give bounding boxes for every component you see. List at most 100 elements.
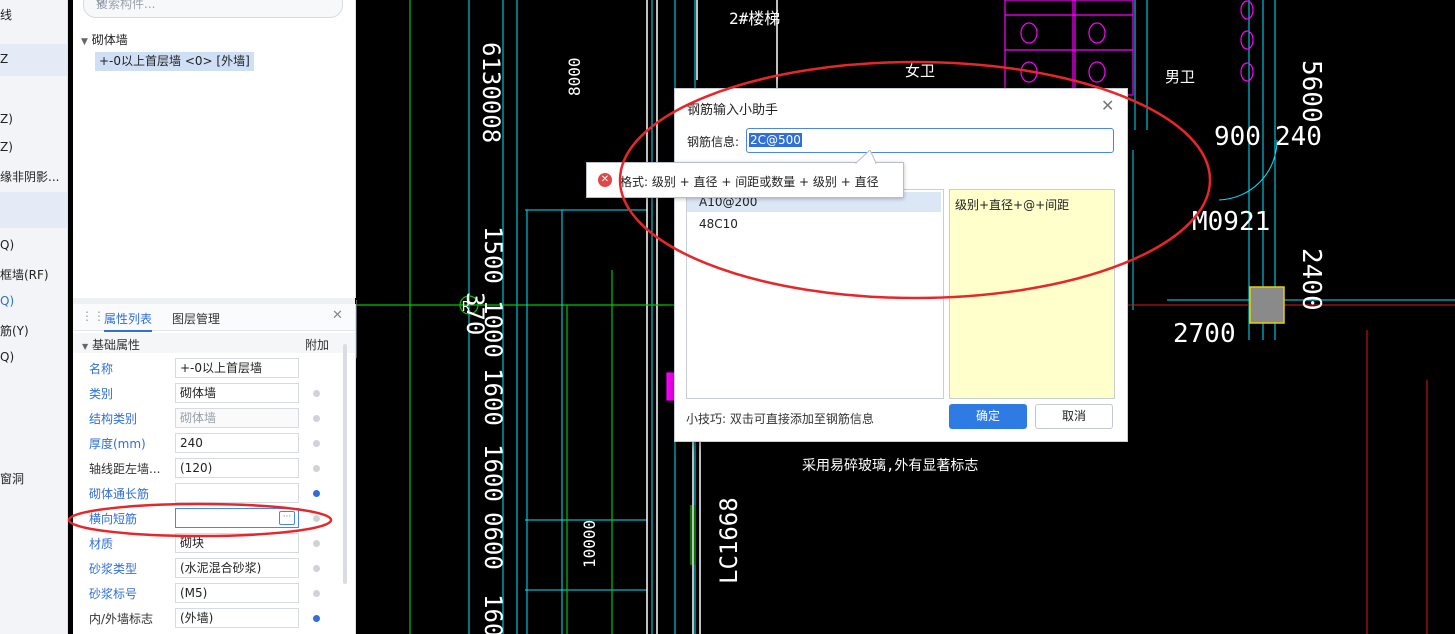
close-icon[interactable]: ✕ <box>1101 96 1114 115</box>
extra-checkbox[interactable] <box>313 440 320 447</box>
nav-item[interactable]: Z) <box>0 140 13 154</box>
rebar-input-dialog: 钢筋输入小助手 ✕ 钢筋信息: 2C@500 A10@200 48C10 级别+… <box>674 88 1128 442</box>
cad-label: 2#楼梯 <box>729 9 780 28</box>
property-value[interactable]: 240 <box>175 433 299 453</box>
extra-checkbox[interactable] <box>313 415 320 422</box>
section-header[interactable]: ▼ 基础属性 附加 <box>73 333 355 353</box>
nav-item[interactable]: Z <box>0 52 8 66</box>
nav-item[interactable]: 框墙(RF) <box>0 266 49 283</box>
component-search-input[interactable]: 搜索构件... ⚲ <box>83 0 343 18</box>
close-icon[interactable]: ✕ <box>332 308 343 323</box>
column-extra-header: 附加 <box>305 338 330 352</box>
property-row: 材质 砌块 <box>73 531 355 556</box>
caret-down-icon: ▼ <box>81 37 88 47</box>
property-label: 砂浆标号 <box>89 587 138 601</box>
cad-label: R <box>462 300 470 315</box>
property-row: 厚度(mm) 240 <box>73 431 355 456</box>
extra-checkbox[interactable] <box>313 540 320 547</box>
property-panel: ⋮⋮ 属性列表 图层管理 ✕ ▼ 基础属性 附加 名称 +-0以上首层墙 类别 … <box>73 304 356 634</box>
property-row: 结构类别 砌体墙 <box>73 406 355 431</box>
nav-item[interactable]: 线 <box>0 6 12 23</box>
extra-checkbox[interactable] <box>313 390 320 397</box>
cad-label: 1500 <box>479 226 507 284</box>
property-value-editing[interactable]: ··· <box>175 508 299 528</box>
property-value: 砌体墙 <box>175 408 299 428</box>
confirm-button[interactable]: 确定 <box>949 404 1027 429</box>
cad-label: 1000 <box>479 300 507 358</box>
property-value[interactable]: (120) <box>175 458 299 478</box>
search-icon[interactable]: ⚲ <box>96 0 332 9</box>
property-label: 内/外墙标志 <box>89 612 154 626</box>
property-label: 横向短筋 <box>89 512 138 526</box>
extra-checkbox[interactable] <box>313 590 320 597</box>
cad-label: 160 <box>479 594 507 634</box>
nav-item[interactable]: Q) <box>0 238 14 252</box>
nav-item-active[interactable]: Q) <box>0 294 14 308</box>
nav-item-selected[interactable] <box>0 192 67 228</box>
cad-label: 10000 <box>580 520 599 568</box>
property-tabs: ⋮⋮ 属性列表 图层管理 ✕ <box>73 304 355 332</box>
cad-label: 5600 <box>1296 60 1326 123</box>
drag-grip-icon[interactable]: ⋮⋮ <box>81 309 105 323</box>
property-row: 轴线距左墙... (120) <box>73 456 355 481</box>
property-row: 砌体通长筋 <box>73 481 355 506</box>
property-label: 类别 <box>89 387 114 401</box>
property-value[interactable]: (M5) <box>175 583 299 603</box>
nav-item[interactable]: 窗洞 <box>0 470 24 487</box>
property-value[interactable] <box>175 483 299 503</box>
property-label: 轴线距左墙... <box>89 462 161 476</box>
cad-label: 1600 <box>479 368 507 426</box>
nav-item[interactable]: Z) <box>0 112 13 126</box>
property-label: 厚度(mm) <box>89 437 146 451</box>
cad-label: 8000 <box>565 57 584 96</box>
nav-item[interactable]: 缘非阴影... <box>0 168 59 185</box>
caret-down-icon: ▼ <box>82 342 89 351</box>
property-label: 砂浆类型 <box>89 562 138 576</box>
tree-group-header[interactable]: ▼ 砌体墙 <box>81 31 128 48</box>
property-label: 材质 <box>89 537 114 551</box>
rebar-info-input[interactable]: 2C@500 <box>746 128 1114 153</box>
list-item[interactable]: 48C10 <box>687 214 941 234</box>
property-label: 结构类别 <box>89 412 138 426</box>
extra-checkbox[interactable] <box>313 565 320 572</box>
property-value[interactable]: +-0以上首层墙 <box>175 358 299 378</box>
tree-item-selected[interactable]: +-0以上首层墙 <0> [外墙] <box>95 52 254 71</box>
format-error-tooltip: ✕ 格式: 级别 + 直径 + 间距或数量 + 级别 + 直径 <box>586 162 904 198</box>
property-value[interactable]: (水泥混合砂浆) <box>175 558 299 578</box>
tip-text: 小技巧: 双击可直接添加至钢筋信息 <box>686 412 874 426</box>
cad-label: 2400 <box>1296 248 1326 311</box>
component-list-panel: 搜索构件... ⚲ ▼ 砌体墙 +-0以上首层墙 <0> [外墙] <box>73 0 356 298</box>
property-row: 名称 +-0以上首层墙 <box>73 356 355 381</box>
cad-label: 男卫 <box>1165 68 1195 86</box>
cad-label: 900 <box>1214 122 1261 152</box>
cancel-button[interactable]: 取消 <box>1035 404 1113 429</box>
cad-label: 6130008 <box>477 42 505 143</box>
cad-label: 240 <box>1275 122 1322 152</box>
tab-properties[interactable]: 属性列表 <box>104 310 153 332</box>
property-value[interactable]: 砌块 <box>175 533 299 553</box>
nav-item[interactable]: Q) <box>0 350 14 364</box>
dialog-title: 钢筋输入小助手 <box>687 103 779 118</box>
property-row: 类别 砌体墙 <box>73 381 355 406</box>
property-row: 砂浆类型 (水泥混合砂浆) <box>73 556 355 581</box>
property-scrollbar[interactable] <box>343 344 347 584</box>
extra-checkbox[interactable] <box>313 515 320 522</box>
property-label: 名称 <box>89 362 114 376</box>
format-hint-text: 级别+直径+@+间距 <box>955 198 1070 212</box>
section-title: 基础属性 <box>91 338 140 352</box>
extra-checkbox[interactable] <box>313 615 320 622</box>
nav-item-selected[interactable] <box>0 44 67 76</box>
extra-checkbox[interactable] <box>313 465 320 472</box>
cad-label: 2700 <box>1173 319 1236 349</box>
property-label: 砌体通长筋 <box>89 487 150 501</box>
extra-checkbox[interactable] <box>313 490 320 497</box>
property-row: 内/外墙标志 (外墙) <box>73 606 355 631</box>
cad-note: 采用易碎玻璃,外有显著标志 <box>802 457 978 474</box>
tab-layers[interactable]: 图层管理 <box>172 310 220 327</box>
ellipsis-button[interactable]: ··· <box>279 511 295 525</box>
tree-group-label: 砌体墙 <box>91 33 128 47</box>
rebar-example-list: A10@200 48C10 <box>686 189 944 399</box>
property-value[interactable]: 砌体墙 <box>175 383 299 403</box>
property-value[interactable]: (外墙) <box>175 608 299 628</box>
nav-item[interactable]: 筋(Y) <box>0 322 29 339</box>
